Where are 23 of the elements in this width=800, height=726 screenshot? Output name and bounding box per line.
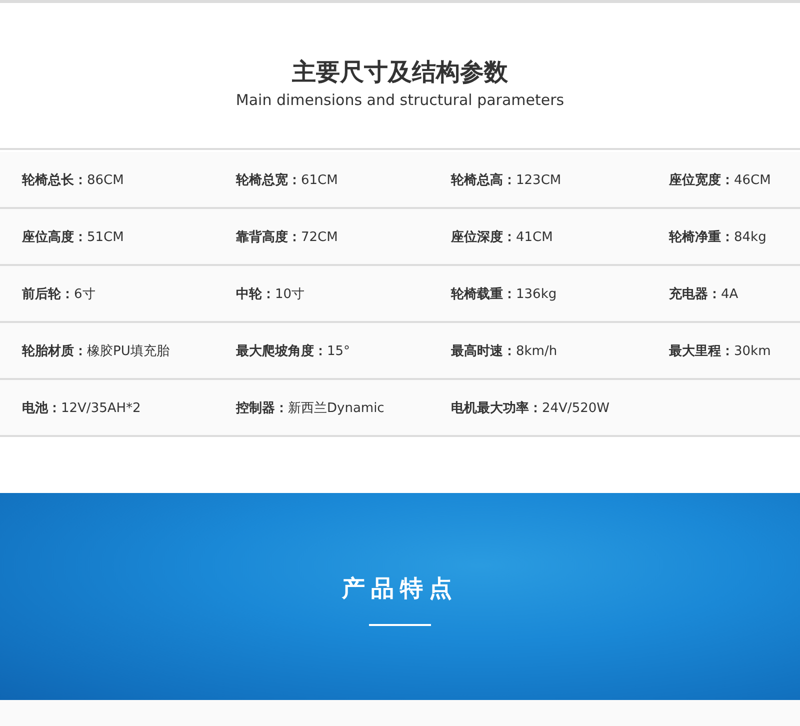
spec-cell-text: 最大爬坡角度：15°: [236, 342, 352, 360]
spec-cell-text: 座位宽度：46CM: [669, 172, 772, 188]
spec-cell-text: 控制器：新西兰Dynamic: [236, 400, 386, 416]
spec-cell-text: 轮椅载重：136kg: [451, 286, 558, 302]
spec-cell-text: 轮椅总高：123CM: [451, 172, 562, 188]
spec-cell-text: 电池：12V/35AH*2: [22, 400, 142, 416]
spec-cell-text: 电机最大功率：24V/520W: [451, 400, 610, 416]
spec-cell-text: 前后轮：6寸: [22, 286, 96, 302]
banner-title: 产品特点: [342, 575, 458, 604]
spec-cell-text: 最大里程：30km: [669, 342, 772, 360]
title-underline: [369, 624, 431, 626]
spec-cell-text: 轮椅总长：86CM: [22, 172, 125, 188]
spec-cell-text: 轮椅净重：84kg: [669, 228, 768, 246]
section-title: 主要尺寸及结构参数: [292, 57, 508, 87]
spec-cell-text: 靠背高度：72CM: [236, 228, 339, 246]
spec-cell-text: 轮胎材质：橡胶PU填充胎: [22, 342, 170, 360]
spec-cell-text: 中轮：10寸: [236, 286, 306, 302]
spec-cell-text: 最高时速：8km/h: [451, 342, 558, 360]
spec-cell-text: 座位高度：51CM: [22, 228, 125, 246]
spec-cell-text: 轮椅总宽：61CM: [236, 172, 339, 188]
spec-cell-text: 座位深度：41CM: [451, 228, 554, 246]
section-subtitle: Main dimensions and structural parameters: [236, 90, 564, 110]
spec-cell-text: 充电器：4A: [669, 286, 740, 302]
